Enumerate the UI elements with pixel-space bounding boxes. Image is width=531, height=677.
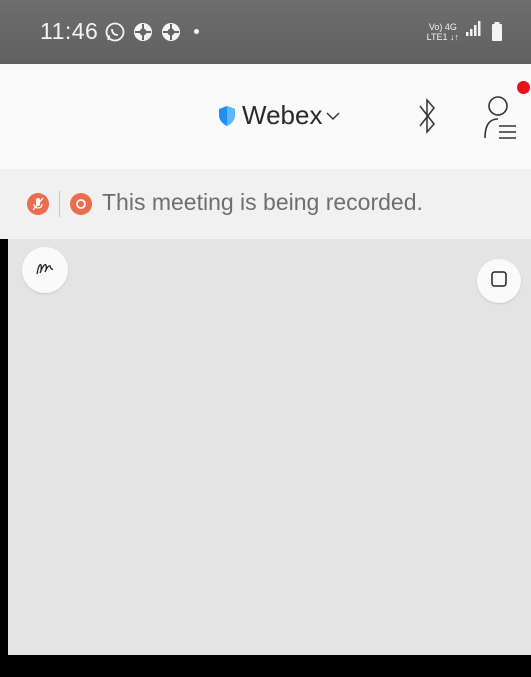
status-left: 11:46 xyxy=(40,18,200,45)
site-name: Webex xyxy=(242,100,323,130)
meeting-screen: 11:46 Vo) 4G LTE1 ↓↑ Webex This meeting … xyxy=(0,0,531,677)
whatsapp-icon xyxy=(104,21,126,43)
navigation-bar xyxy=(0,655,531,677)
status-right: Vo) 4G LTE1 ↓↑ xyxy=(427,20,503,43)
annotate-icon xyxy=(34,257,56,284)
shared-content-area[interactable] xyxy=(8,239,531,655)
recording-message: This meeting is being recorded. xyxy=(102,189,423,215)
status-time: 11:46 xyxy=(40,18,99,44)
dot-icon xyxy=(194,29,200,34)
chevron-down-icon xyxy=(326,111,340,121)
network-label-bottom: LTE1 ↓↑ xyxy=(426,31,459,42)
participants-icon[interactable] xyxy=(484,94,520,140)
network-label: Vo) 4G LTE1 ↓↑ xyxy=(427,22,459,42)
app-icon xyxy=(132,21,154,43)
network-label-top: Vo) 4G xyxy=(428,21,457,32)
status-bar: 11:46 Vo) 4G LTE1 ↓↑ xyxy=(0,0,531,64)
notification-badge xyxy=(517,81,530,94)
signal-icon xyxy=(465,20,483,43)
annotate-button[interactable] xyxy=(22,247,68,293)
mic-muted-icon xyxy=(27,193,49,215)
app-icon xyxy=(160,21,182,43)
stop-share-button[interactable] xyxy=(477,259,521,303)
banner-divider xyxy=(59,191,60,217)
app-header: Webex xyxy=(0,64,531,169)
recording-icon xyxy=(70,193,92,215)
site-picker[interactable]: Webex xyxy=(218,100,340,131)
battery-icon xyxy=(491,21,503,42)
bluetooth-icon[interactable] xyxy=(416,96,438,136)
shield-icon xyxy=(218,105,236,127)
recording-banner: This meeting is being recorded. xyxy=(0,169,531,239)
stop-share-icon xyxy=(490,270,508,293)
